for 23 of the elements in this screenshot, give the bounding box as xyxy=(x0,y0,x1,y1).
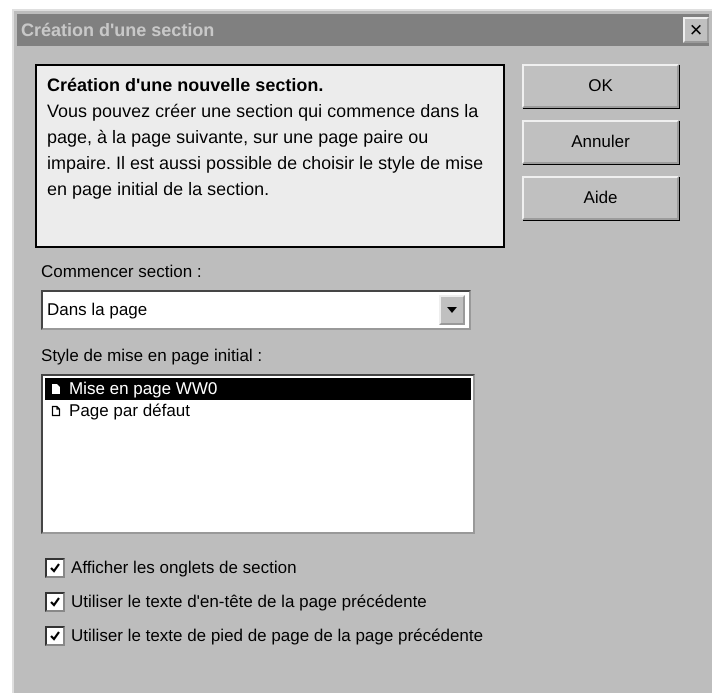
dialog-button[interactable]: Annuler xyxy=(522,120,679,164)
field-label: Style de mise en page initial : xyxy=(41,346,264,366)
checkbox-label: Afficher les onglets de section xyxy=(71,558,297,578)
section-start-dropdown[interactable]: Dans la page xyxy=(41,290,471,330)
list-item[interactable]: Page par défaut xyxy=(45,400,471,422)
list-item[interactable]: Mise en page WW0 xyxy=(45,378,471,400)
checkbox[interactable] xyxy=(45,558,65,578)
info-heading: Création d'une nouvelle section. xyxy=(47,74,324,96)
checkbox-label: Utiliser le texte d'en-tête de la page précédente xyxy=(71,592,427,612)
page-icon xyxy=(51,383,61,395)
info-text: Vous pouvez créer une section qui commence dans la page, à la page suivante, sur une page paire ou impaire. Il est aussi possible de choisir le style de mise en page initial de la section. xyxy=(47,100,484,201)
check-icon xyxy=(49,562,61,574)
dialog-button[interactable]: OK xyxy=(522,64,679,108)
window-title: Création d'une section xyxy=(21,20,214,40)
checkbox[interactable] xyxy=(45,592,65,612)
check-icon xyxy=(49,596,61,608)
checkbox[interactable] xyxy=(45,626,65,646)
close-button[interactable]: × xyxy=(683,17,709,43)
dialog-button[interactable]: Aide xyxy=(522,176,679,220)
check-icon xyxy=(49,630,61,642)
checkbox-label: Utiliser le texte de pied de page de la page précédente xyxy=(71,626,484,646)
field-label: Commencer section : xyxy=(41,262,203,282)
page-icon xyxy=(51,405,61,417)
